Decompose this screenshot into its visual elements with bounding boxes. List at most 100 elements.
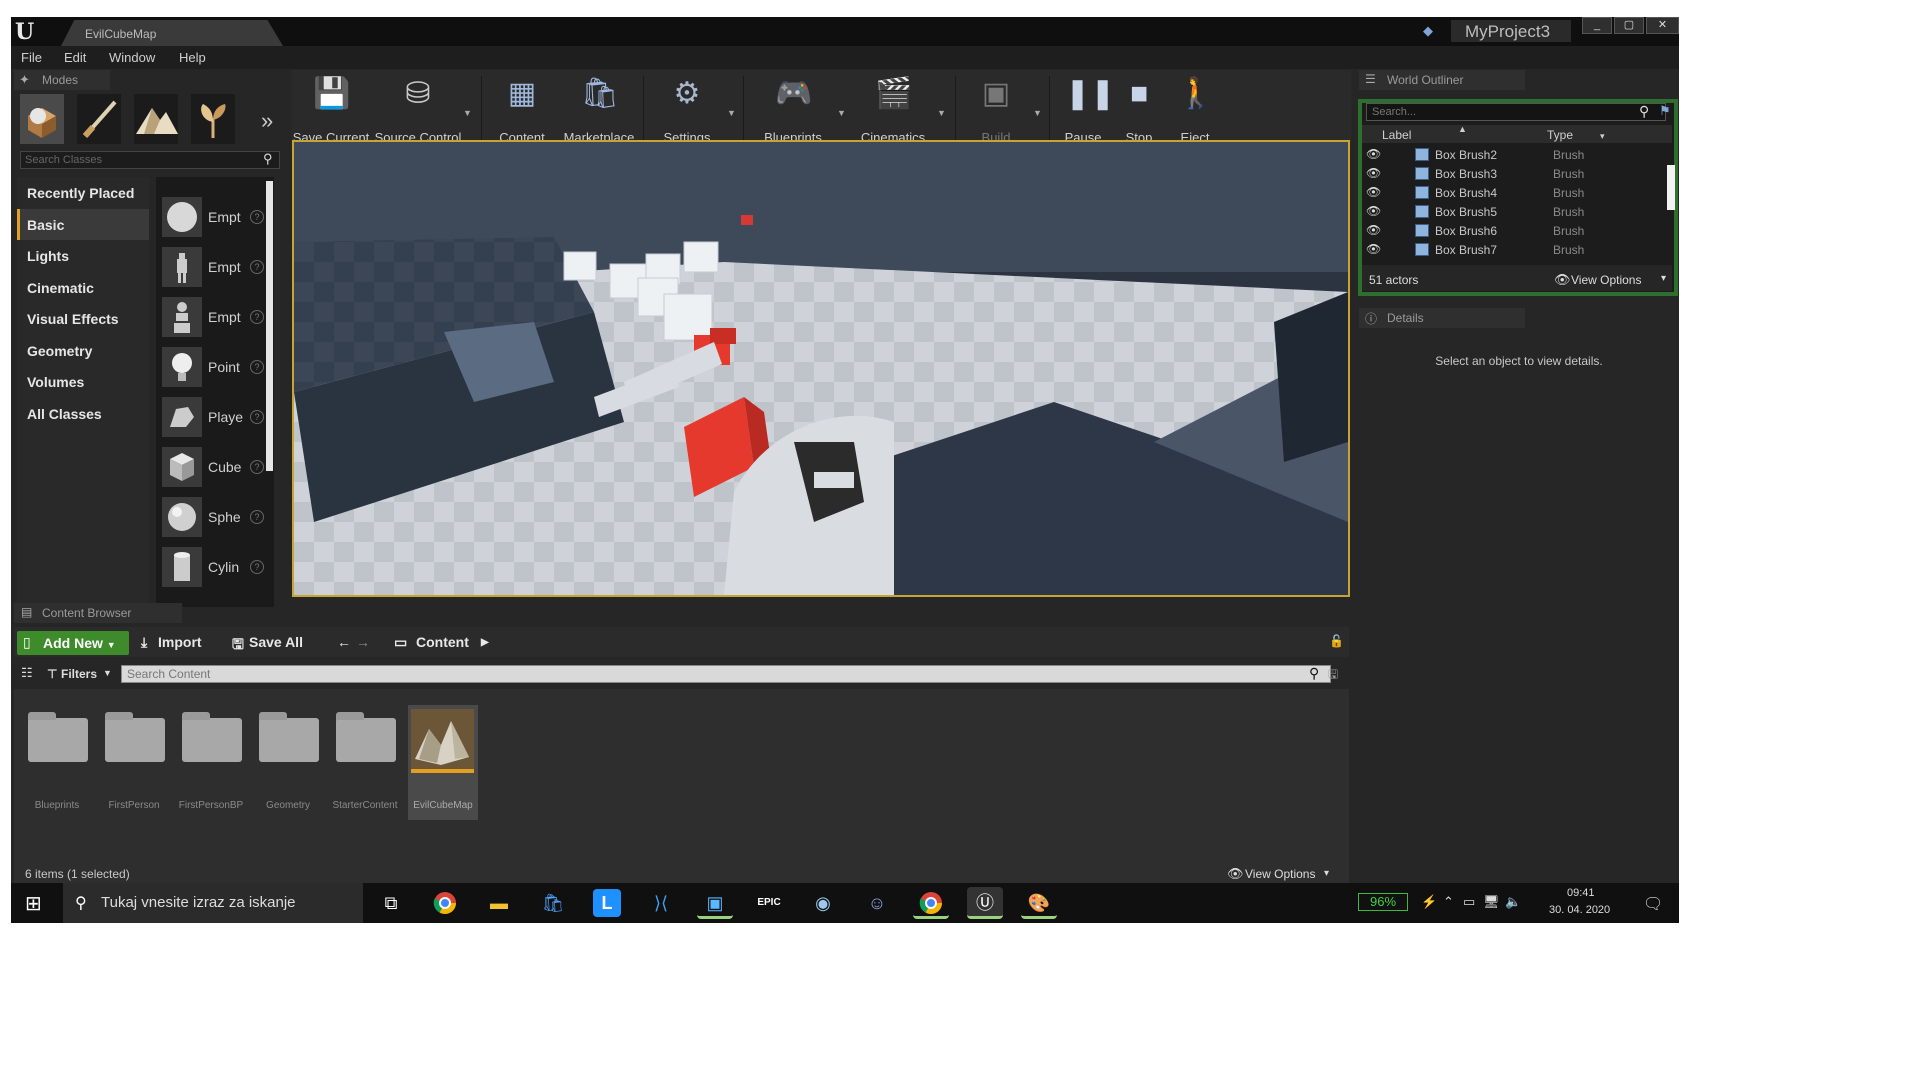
chevron-down-icon[interactable]: ▾ <box>1600 131 1605 142</box>
outliner-settings-icon[interactable]: ⚑ <box>1659 103 1671 119</box>
settings-button[interactable]: ⚙ Settings <box>649 70 725 150</box>
battery-icon[interactable]: ▭ <box>1463 894 1475 910</box>
category-all-classes[interactable]: All Classes <box>17 398 149 430</box>
placeable-item[interactable]: Point? <box>162 347 264 387</box>
stop-button[interactable]: ■ Stop <box>1111 70 1167 150</box>
task-view-icon[interactable]: ⧉ <box>373 887 409 919</box>
steam-icon[interactable]: ◉ <box>805 887 841 919</box>
content-view-options[interactable]: View Options <box>1245 867 1315 881</box>
outliner-row[interactable]: 👁 Box Brush3 Brush <box>1362 164 1662 184</box>
help-icon[interactable]: ? <box>250 210 264 224</box>
store-icon[interactable]: 🛍 <box>535 887 571 919</box>
maximize-button[interactable]: ▢ <box>1614 17 1644 34</box>
folder-item[interactable]: Geometry <box>254 710 322 820</box>
vscode-icon[interactable]: ⟩⟨ <box>643 887 679 919</box>
help-icon[interactable]: ? <box>250 310 264 324</box>
import-button[interactable]: Import <box>158 634 202 650</box>
lock-icon[interactable]: 🔓 <box>1329 634 1344 648</box>
source-control-dropdown-icon[interactable]: ▼ <box>463 108 472 118</box>
settings-dropdown-icon[interactable]: ▼ <box>727 108 736 118</box>
source-control-button[interactable]: ⛁ Source Control <box>373 70 463 150</box>
map-asset-selected[interactable]: EvilCubeMap <box>408 705 478 820</box>
help-icon[interactable]: ? <box>250 460 264 474</box>
outliner-row[interactable]: 👁 Box Brush5 Brush <box>1362 202 1662 222</box>
category-recently-placed[interactable]: Recently Placed <box>17 177 149 209</box>
level-viewport[interactable] <box>292 140 1350 597</box>
save-search-icon[interactable]: 🖫 <box>1328 665 1338 686</box>
battery-indicator[interactable]: 96% <box>1358 893 1408 911</box>
visibility-eye-icon[interactable]: 👁 <box>1366 147 1381 161</box>
placeable-item[interactable]: Playe? <box>162 397 264 437</box>
landscape-mode-button[interactable] <box>134 94 178 144</box>
placeable-item[interactable]: Empt? <box>162 297 264 337</box>
foliage-mode-button[interactable] <box>191 94 235 144</box>
more-modes-icon[interactable]: » <box>261 108 273 134</box>
category-lights[interactable]: Lights <box>17 240 149 272</box>
help-icon[interactable]: ? <box>250 560 264 574</box>
cinematics-button[interactable]: 🎬 Cinematics <box>851 70 935 150</box>
eject-button[interactable]: 🚶 Eject <box>1167 70 1223 150</box>
menu-window[interactable]: Window <box>109 50 155 65</box>
volume-icon[interactable]: 🔈 <box>1505 894 1521 910</box>
forward-arrow-icon[interactable]: → <box>356 634 370 650</box>
save-all-button[interactable]: Save All <box>249 634 303 650</box>
level-tab[interactable]: EvilCubeMap <box>61 20 283 46</box>
pause-button[interactable]: ❚❚ Pause <box>1055 70 1116 150</box>
minimize-button[interactable]: _ <box>1582 17 1612 34</box>
place-mode-button[interactable] <box>20 94 64 144</box>
app-icon[interactable]: ▣ <box>697 887 733 919</box>
category-geometry[interactable]: Geometry <box>17 335 149 367</box>
outliner-scrollbar[interactable] <box>1667 165 1675 210</box>
chevron-down-icon[interactable]: ▾ <box>1324 868 1329 879</box>
help-icon[interactable]: ? <box>250 510 264 524</box>
outliner-row[interactable]: 👁 Box Brush7 Brush <box>1362 240 1662 256</box>
notifications-icon[interactable]: 🗨 <box>1643 894 1663 914</box>
details-tab[interactable]: Details <box>1359 308 1525 328</box>
help-icon[interactable]: ? <box>250 360 264 374</box>
sources-panel-icon[interactable]: ☷ <box>21 665 33 681</box>
back-arrow-icon[interactable]: ← <box>337 634 351 650</box>
save-current-button[interactable]: 💾 Save Current <box>291 70 371 150</box>
visibility-eye-icon[interactable]: 👁 <box>1366 166 1381 180</box>
taskbar-search-input[interactable]: Tukaj vnesite izraz za iskanje <box>63 883 363 923</box>
chevron-down-icon[interactable]: ▼ <box>103 668 112 678</box>
path-chevron-icon[interactable]: ▶ <box>481 637 489 648</box>
clock-time[interactable]: 09:41 <box>1567 887 1595 899</box>
outliner-row[interactable]: 👁 Box Brush6 Brush <box>1362 221 1662 241</box>
visibility-eye-icon[interactable]: 👁 <box>1366 204 1381 218</box>
build-button[interactable]: ▣ Build <box>961 70 1031 150</box>
folder-item[interactable]: StarterContent <box>331 710 399 820</box>
folder-item[interactable]: FirstPersonBP <box>177 710 245 820</box>
search-content-input[interactable]: Search Content <box>121 665 1331 683</box>
items-scrollbar[interactable] <box>266 181 273 471</box>
l-app-icon[interactable]: L <box>593 889 621 917</box>
search-classes-input[interactable]: Search Classes <box>20 151 280 169</box>
category-visual-effects[interactable]: Visual Effects <box>17 303 149 335</box>
chrome-icon[interactable] <box>427 887 463 919</box>
outliner-row[interactable]: 👁 Box Brush4 Brush <box>1362 183 1662 203</box>
outliner-search-input[interactable]: Search... <box>1366 103 1666 121</box>
category-basic[interactable]: Basic <box>17 208 149 240</box>
visibility-eye-icon[interactable]: 👁 <box>1366 185 1381 199</box>
file-explorer-icon[interactable]: ▬ <box>481 887 517 919</box>
paint-app-icon[interactable]: 🎨 <box>1021 887 1057 919</box>
placeable-item[interactable]: Empt? <box>162 247 264 287</box>
col-type-header[interactable]: Type <box>1547 128 1573 142</box>
placeable-item[interactable]: Sphe? <box>162 497 264 537</box>
menu-help[interactable]: Help <box>179 50 206 65</box>
paint-mode-button[interactable] <box>77 94 121 144</box>
folder-item[interactable]: Blueprints <box>23 710 91 820</box>
col-label-header[interactable]: Label <box>1382 128 1411 142</box>
filters-button[interactable]: Filters <box>61 667 97 681</box>
world-outliner-tab[interactable]: World Outliner <box>1359 70 1525 90</box>
help-icon[interactable]: ? <box>250 410 264 424</box>
build-dropdown-icon[interactable]: ▼ <box>1033 108 1042 118</box>
blueprints-dropdown-icon[interactable]: ▼ <box>837 108 846 118</box>
marketplace-button[interactable]: 🛍 Marketplace <box>559 70 639 150</box>
menu-file[interactable]: File <box>21 50 42 65</box>
menu-edit[interactable]: Edit <box>64 50 86 65</box>
unreal-engine-icon[interactable]: Ⓤ <box>967 887 1003 919</box>
close-button[interactable]: ✕ <box>1646 17 1679 34</box>
visibility-eye-icon[interactable]: 👁 <box>1366 242 1381 256</box>
discord-icon[interactable]: ☺ <box>859 887 895 919</box>
